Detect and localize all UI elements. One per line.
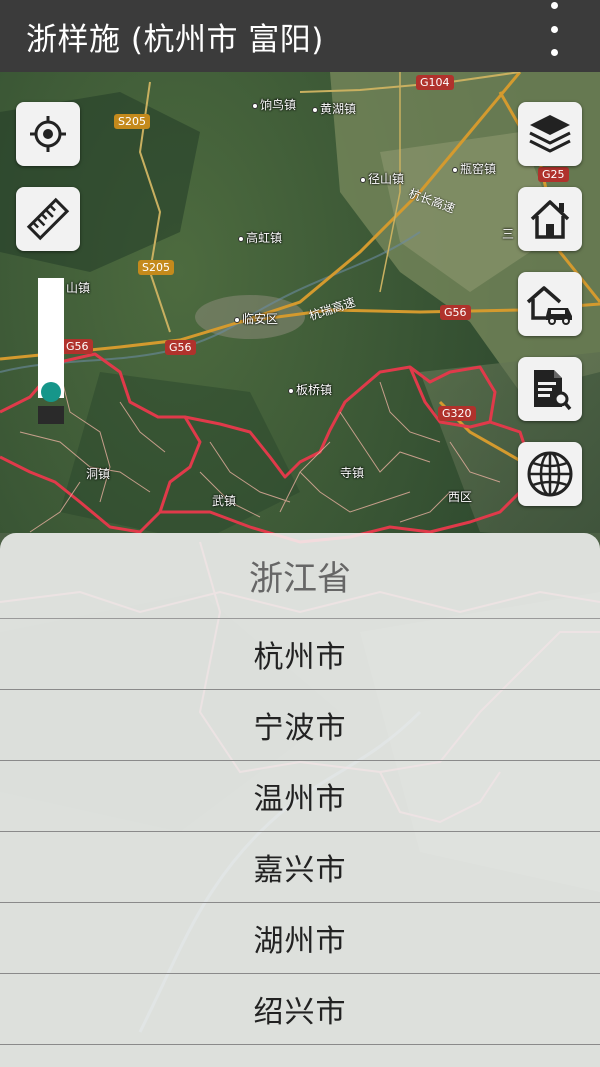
locate-icon [30,116,66,152]
road-sign: G25 [538,167,569,182]
house-car-icon [526,286,572,325]
road-sign: G104 [416,75,454,90]
home-button[interactable] [518,187,582,251]
app-title: 浙样施 (杭州市 富阳) [26,21,324,58]
road-sign: G56 [62,339,93,354]
city-item-ningbo[interactable]: 宁波市 [0,690,600,761]
road-sign: S205 [138,260,174,275]
locate-button[interactable] [16,102,80,166]
app-title-bar: 浙样施 (杭州市 富阳) [0,0,600,72]
map-label: 径山镇 [360,170,404,187]
road-sign: S205 [114,114,150,129]
globe-button[interactable] [518,442,582,506]
city-item-hangzhou[interactable]: 杭州市 [0,619,600,690]
document-search-button[interactable] [518,357,582,421]
region-list-panel: 浙江省 杭州市 宁波市 温州市 嘉兴市 湖州市 绍兴市 金华市 [0,533,600,1067]
overflow-menu-icon[interactable] [542,2,566,56]
city-item-huzhou[interactable]: 湖州市 [0,903,600,974]
measure-button[interactable] [16,187,80,251]
map-label: 瓶窑镇 [452,160,496,177]
house-car-button[interactable] [518,272,582,336]
road-sign: G320 [438,406,476,421]
map-label: 武镇 [212,494,237,508]
city-item-wenzhou[interactable]: 温州市 [0,761,600,832]
zoom-track[interactable] [38,278,64,398]
map-label: 黄湖镇 [312,100,356,117]
globe-icon [527,451,573,497]
road-sign: G56 [440,305,471,320]
layers-button[interactable] [518,102,582,166]
layers-icon [529,115,571,153]
map-label: 饷鸟镇 [252,96,296,113]
province-title: 浙江省 [0,533,600,619]
city-item-jinhua[interactable]: 金华市 [0,1045,600,1067]
city-item-jiaxing[interactable]: 嘉兴市 [0,832,600,903]
map-label: 临安区 [234,310,278,327]
city-item-shaoxing[interactable]: 绍兴市 [0,974,600,1045]
zoom-slider[interactable] [38,278,64,426]
map-label: 板桥镇 [288,381,332,398]
zoom-handle[interactable] [41,382,61,402]
zoom-base [38,406,64,424]
road-sign: G56 [165,340,196,355]
ruler-icon [26,197,70,241]
map-label: 西区 [448,490,473,504]
map-label: 高虹镇 [238,229,282,246]
home-icon [530,200,570,239]
document-search-icon [534,370,572,411]
map-label: 洞镇 [86,467,111,481]
map-label: 三 [502,227,515,241]
map-label: 寺镇 [340,466,365,480]
map-label: 山镇 [66,281,91,295]
